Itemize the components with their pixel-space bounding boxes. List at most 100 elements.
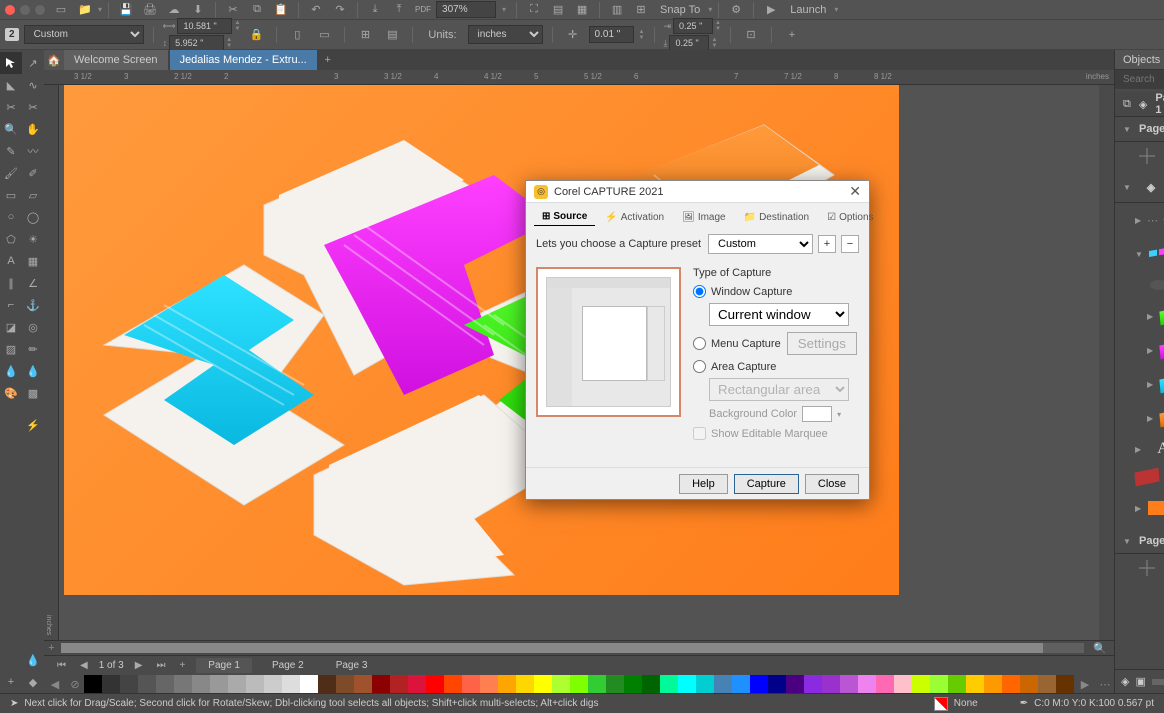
transform-icon[interactable]: ⊡ bbox=[740, 26, 762, 44]
color-swatch[interactable] bbox=[408, 675, 426, 693]
snap-dropdown[interactable]: Snap To bbox=[654, 2, 706, 18]
marquee-checkbox[interactable]: Show Editable Marquee bbox=[693, 427, 859, 440]
tree-curve[interactable]: Curve bbox=[1115, 463, 1164, 491]
transparency-tool-icon[interactable]: ▨ bbox=[0, 338, 22, 360]
color-swatch[interactable] bbox=[642, 675, 660, 693]
color-swatch[interactable] bbox=[174, 675, 192, 693]
color-swatch[interactable] bbox=[102, 675, 120, 693]
page3-tab[interactable]: Page 3 bbox=[324, 658, 380, 673]
tab-destination[interactable]: 📁Destination bbox=[736, 208, 817, 226]
undo-icon[interactable]: ↶ bbox=[305, 1, 327, 19]
preset-remove-button[interactable]: − bbox=[841, 235, 859, 253]
color-swatch[interactable] bbox=[1038, 675, 1056, 693]
tree-guides2[interactable]: Guides 🖨 ✎ bbox=[1115, 554, 1164, 582]
color-swatch[interactable] bbox=[822, 675, 840, 693]
bezier-icon[interactable]: 〰 bbox=[22, 140, 44, 162]
guides-icon[interactable]: ▥ bbox=[606, 1, 628, 19]
window-close-dot[interactable] bbox=[5, 5, 15, 15]
eyedropper-tool-icon[interactable]: 💧 bbox=[0, 360, 22, 382]
color-swatch[interactable] bbox=[354, 675, 372, 693]
color-swatch[interactable] bbox=[588, 675, 606, 693]
dialog-close-button[interactable]: ✕ bbox=[849, 183, 861, 200]
tree-extrude-text[interactable]: ▶ A EX TRU DE bbox=[1115, 435, 1164, 463]
opacity-slider[interactable] bbox=[1152, 679, 1164, 685]
anchor-icon[interactable]: ⚓ bbox=[22, 294, 44, 316]
options-gear-icon[interactable]: ⚙ bbox=[725, 1, 747, 19]
welcome-tab[interactable]: Welcome Screen bbox=[64, 50, 168, 70]
polygon-tool-icon[interactable]: ⬠ bbox=[0, 228, 22, 250]
outline-icon[interactable]: ✏ bbox=[22, 338, 44, 360]
fullscreen-icon[interactable]: ⛶ bbox=[523, 1, 545, 19]
tree-pc1[interactable]: ▶ PowerClip Curve bbox=[1115, 299, 1164, 333]
zoom-to-fit-icon[interactable]: 🔍 bbox=[1093, 642, 1107, 655]
add-tool-icon[interactable]: + bbox=[0, 671, 22, 693]
tab-source[interactable]: ⊞Source bbox=[534, 208, 595, 226]
eyedropper2-icon[interactable]: 💧 bbox=[22, 649, 44, 671]
area-capture-radio[interactable]: Area Capture bbox=[693, 360, 859, 373]
prev-page-button[interactable]: ◀ bbox=[77, 660, 91, 671]
current-page-icon[interactable]: ▤ bbox=[381, 26, 403, 44]
duplicate-x-input[interactable] bbox=[673, 18, 713, 34]
color-swatch[interactable] bbox=[426, 675, 444, 693]
document-tab[interactable]: Jedalias Mendez - Extru... bbox=[170, 50, 317, 70]
preset-add-button[interactable]: + bbox=[818, 235, 836, 253]
table-icon[interactable]: ▦ bbox=[22, 250, 44, 272]
window-min-dot[interactable] bbox=[20, 5, 30, 15]
color-swatch[interactable] bbox=[930, 675, 948, 693]
tree-innershadow[interactable]: Inner Shadow bbox=[1115, 271, 1164, 299]
color-swatch[interactable] bbox=[84, 675, 102, 693]
page-stack-icon[interactable]: ⧉ bbox=[1123, 98, 1131, 111]
tree-pc3[interactable]: ▶ PowerClip Curve bbox=[1115, 367, 1164, 401]
add-icon[interactable]: + bbox=[781, 26, 803, 44]
color-swatch[interactable] bbox=[678, 675, 696, 693]
3point-ellipse-icon[interactable]: ◯ bbox=[22, 206, 44, 228]
color-swatch[interactable] bbox=[606, 675, 624, 693]
tab-image[interactable]: 🖼Image bbox=[674, 208, 734, 226]
zoom-tool-icon[interactable]: 🔍 bbox=[0, 118, 22, 140]
color-swatch[interactable] bbox=[768, 675, 786, 693]
tree-page1[interactable]: Page 1 bbox=[1139, 123, 1164, 135]
page-preset-dropdown[interactable]: Custom bbox=[24, 25, 144, 44]
nudge-icon[interactable]: ✛ bbox=[562, 26, 584, 44]
tab-options[interactable]: ☑Options bbox=[819, 208, 881, 226]
window-capture-dropdown[interactable]: Current window bbox=[709, 303, 849, 326]
ruler-icon[interactable]: ▤ bbox=[547, 1, 569, 19]
preset-dropdown[interactable]: Custom bbox=[708, 234, 813, 254]
tree-guides1[interactable]: Guides 🖨 ✎ bbox=[1115, 142, 1164, 170]
color-swatch[interactable] bbox=[696, 675, 714, 693]
menu-capture-radio[interactable]: Menu Capture bbox=[693, 337, 781, 350]
color-swatch[interactable] bbox=[714, 675, 732, 693]
no-fill-swatch[interactable]: ⊘ bbox=[66, 675, 84, 693]
color-swatch[interactable] bbox=[300, 675, 318, 693]
tab-activation[interactable]: ⚡Activation bbox=[597, 208, 672, 226]
color-swatch[interactable] bbox=[462, 675, 480, 693]
tree-group2[interactable]: ▶⋯• Group of 2 Objects 👁 bbox=[1115, 203, 1164, 237]
next-page-button[interactable]: ▶ bbox=[132, 660, 146, 671]
menu-settings-button[interactable]: Settings bbox=[787, 332, 857, 355]
color-swatch[interactable] bbox=[444, 675, 462, 693]
paste-icon[interactable]: 📋 bbox=[270, 1, 292, 19]
attributes-eyedropper-icon[interactable]: 💧 bbox=[22, 360, 44, 382]
color-swatch[interactable] bbox=[318, 675, 336, 693]
text-tool-icon[interactable]: A bbox=[0, 250, 22, 272]
color-swatch[interactable] bbox=[552, 675, 570, 693]
portrait-icon[interactable]: ▯ bbox=[286, 26, 308, 44]
freetransform-icon[interactable]: ↗ bbox=[22, 52, 44, 74]
cloud-up-icon[interactable]: ☁ bbox=[163, 1, 185, 19]
close-button[interactable]: Close bbox=[805, 474, 859, 494]
new-master-icon[interactable]: ▣ bbox=[1135, 675, 1145, 688]
page1-tab[interactable]: Page 1 bbox=[196, 658, 252, 673]
grid-icon[interactable]: ▦ bbox=[571, 1, 593, 19]
duplicate-y-input[interactable] bbox=[669, 35, 709, 51]
color-swatch[interactable] bbox=[138, 675, 156, 693]
launch-dropdown[interactable]: Launch bbox=[784, 2, 832, 18]
cloud-down-icon[interactable]: ⬇ bbox=[187, 1, 209, 19]
objects-search-input[interactable] bbox=[1115, 70, 1164, 89]
color-swatch[interactable] bbox=[390, 675, 408, 693]
bgcolor-picker[interactable] bbox=[802, 406, 832, 422]
redo-icon[interactable]: ↷ bbox=[329, 1, 351, 19]
color-swatch[interactable] bbox=[282, 675, 300, 693]
copy-icon[interactable]: ⧉ bbox=[246, 1, 268, 19]
color-swatch[interactable] bbox=[264, 675, 282, 693]
home-tab-icon[interactable]: 🏠 bbox=[44, 50, 64, 70]
